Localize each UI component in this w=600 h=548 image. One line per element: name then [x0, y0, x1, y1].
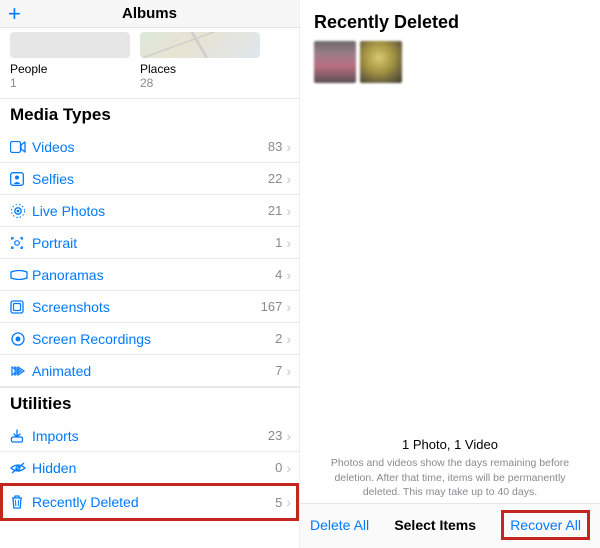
- album-tile-count: 1: [10, 76, 130, 90]
- chevron-right-icon: ›: [286, 331, 291, 347]
- row-animated[interactable]: Animated 7 ›: [0, 355, 299, 387]
- row-label: Portrait: [32, 235, 275, 251]
- row-label: Imports: [32, 428, 268, 444]
- deleted-item-thumb[interactable]: [314, 41, 356, 83]
- row-screenshots[interactable]: Screenshots 167 ›: [0, 291, 299, 323]
- chevron-right-icon: ›: [286, 460, 291, 476]
- deleted-items-grid: [300, 41, 600, 83]
- row-count: 0: [275, 460, 282, 475]
- recover-all-button[interactable]: Recover All: [501, 510, 590, 540]
- row-live-photos[interactable]: Live Photos 21 ›: [0, 195, 299, 227]
- summary-note: Photos and videos show the days remainin…: [318, 456, 582, 499]
- add-album-button[interactable]: +: [8, 3, 21, 25]
- chevron-right-icon: ›: [286, 363, 291, 379]
- screenrec-icon: [10, 331, 32, 347]
- albums-pane: + Albums People 1 Places 28 Media Types …: [0, 0, 300, 548]
- row-panoramas[interactable]: Panoramas 4 ›: [0, 259, 299, 291]
- delete-all-button[interactable]: Delete All: [310, 517, 369, 533]
- row-label: Panoramas: [32, 267, 275, 283]
- row-count: 21: [268, 203, 282, 218]
- screenshot-icon: [10, 300, 32, 314]
- album-tile-places[interactable]: Places 28: [140, 32, 260, 90]
- summary-count: 1 Photo, 1 Video: [318, 437, 582, 452]
- recently-deleted-title: Recently Deleted: [300, 0, 600, 41]
- row-label: Videos: [32, 139, 268, 155]
- row-label: Live Photos: [32, 203, 268, 219]
- spacer: [300, 83, 600, 437]
- chevron-right-icon: ›: [286, 171, 291, 187]
- album-tile-count: 28: [140, 76, 260, 90]
- chevron-right-icon: ›: [286, 203, 291, 219]
- recently-deleted-pane: Recently Deleted 1 Photo, 1 Video Photos…: [300, 0, 600, 548]
- places-thumb: [140, 32, 260, 58]
- row-screen-recordings[interactable]: Screen Recordings 2 ›: [0, 323, 299, 355]
- row-label: Animated: [32, 363, 275, 379]
- chevron-right-icon: ›: [286, 139, 291, 155]
- panorama-icon: [10, 270, 32, 280]
- chevron-right-icon: ›: [286, 428, 291, 444]
- album-tile-label: People: [10, 62, 130, 76]
- albums-title: Albums: [122, 5, 177, 22]
- select-items-button[interactable]: Select Items: [394, 517, 476, 533]
- trash-icon: [10, 494, 32, 510]
- row-count: 22: [268, 171, 282, 186]
- recently-deleted-toolbar: Delete All Select Items Recover All: [300, 503, 600, 548]
- chevron-right-icon: ›: [286, 299, 291, 315]
- row-portrait[interactable]: Portrait 1 ›: [0, 227, 299, 259]
- section-header-media-types: Media Types: [0, 98, 299, 131]
- albums-top-bar: + Albums: [0, 0, 299, 28]
- section-header-utilities: Utilities: [0, 387, 299, 420]
- chevron-right-icon: ›: [286, 494, 291, 510]
- row-label: Recently Deleted: [32, 494, 275, 510]
- row-label: Screenshots: [32, 299, 261, 315]
- row-count: 4: [275, 267, 282, 282]
- row-label: Selfies: [32, 171, 268, 187]
- row-label: Screen Recordings: [32, 331, 275, 347]
- row-recently-deleted[interactable]: Recently Deleted 5 ›: [0, 483, 299, 521]
- row-count: 1: [275, 235, 282, 250]
- chevron-right-icon: ›: [286, 235, 291, 251]
- row-count: 5: [275, 495, 282, 510]
- row-count: 83: [268, 139, 282, 154]
- import-icon: [10, 429, 32, 443]
- row-count: 23: [268, 428, 282, 443]
- album-tile-people[interactable]: People 1: [10, 32, 130, 90]
- album-tiles-row: People 1 Places 28: [0, 28, 299, 98]
- selfie-icon: [10, 172, 32, 186]
- row-label: Hidden: [32, 460, 275, 476]
- row-count: 167: [261, 299, 283, 314]
- livephoto-icon: [10, 203, 32, 219]
- row-hidden[interactable]: Hidden 0 ›: [0, 452, 299, 484]
- hidden-icon: [10, 462, 32, 474]
- row-selfies[interactable]: Selfies 22 ›: [0, 163, 299, 195]
- deleted-item-thumb[interactable]: [360, 41, 402, 83]
- row-videos[interactable]: Videos 83 ›: [0, 131, 299, 163]
- portrait-icon: [10, 236, 32, 250]
- row-count: 2: [275, 331, 282, 346]
- deleted-summary: 1 Photo, 1 Video Photos and videos show …: [300, 437, 600, 503]
- people-thumb: [10, 32, 130, 58]
- chevron-right-icon: ›: [286, 267, 291, 283]
- album-tile-label: Places: [140, 62, 260, 76]
- video-icon: [10, 141, 32, 153]
- animated-icon: [10, 364, 32, 378]
- row-count: 7: [275, 363, 282, 378]
- row-imports[interactable]: Imports 23 ›: [0, 420, 299, 452]
